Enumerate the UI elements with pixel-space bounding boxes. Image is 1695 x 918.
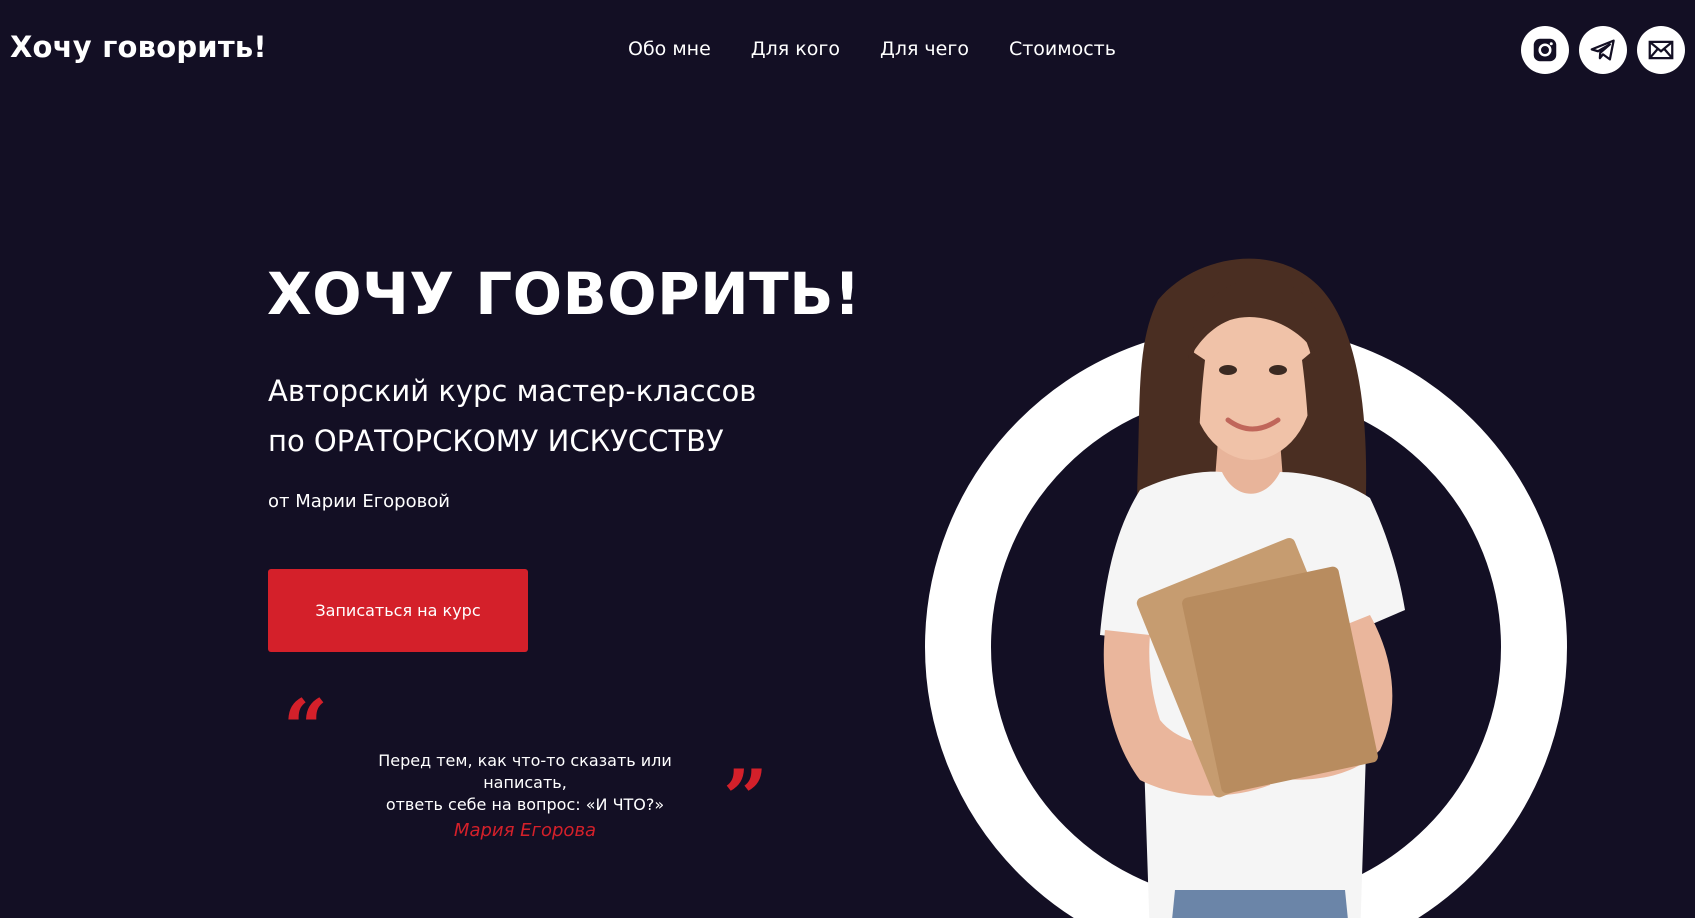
hero-subtitle-line2: по ОРАТОРСКОМУ ИСКУССТВУ — [268, 424, 724, 458]
quote-text: Перед тем, как что-то сказать или написа… — [340, 750, 710, 816]
instagram-button[interactable] — [1521, 26, 1569, 74]
hero-subtitle: Авторский курс мастер-классов по ОРАТОРС… — [268, 366, 756, 466]
jeans — [1172, 890, 1348, 918]
quote-open-mark: “ — [283, 683, 328, 774]
mail-icon — [1648, 40, 1674, 60]
quote-line2: ответь себе на вопрос: «И ЧТО?» — [385, 795, 665, 814]
telegram-button[interactable] — [1579, 26, 1627, 74]
quote-close-mark: ” — [723, 753, 768, 844]
main-nav: Обо мне Для кого Для чего Стоимость — [628, 38, 1116, 60]
hero-author: от Марии Егоровой — [268, 491, 450, 512]
enroll-button[interactable]: Записаться на курс — [268, 569, 528, 652]
telegram-icon — [1590, 39, 1615, 61]
nav-item-about[interactable]: Обо мне — [628, 38, 711, 60]
hero-photo — [925, 258, 1567, 918]
nav-item-for-what[interactable]: Для чего — [880, 38, 969, 60]
nav-item-for-whom[interactable]: Для кого — [751, 38, 840, 60]
hero-title: ХОЧУ ГОВОРИТЬ! — [267, 260, 861, 328]
hero-subtitle-line1: Авторский курс мастер-классов — [268, 374, 757, 408]
quote-line1: Перед тем, как что-то сказать или написа… — [378, 751, 672, 792]
social-links — [1521, 26, 1685, 74]
quote-author: Мария Егорова — [453, 820, 597, 841]
landing-page: Хочу говорить! Обо мне Для кого Для чего… — [0, 0, 1695, 918]
mail-button[interactable] — [1637, 26, 1685, 74]
nav-item-price[interactable]: Стоимость — [1009, 38, 1116, 60]
site-logo[interactable]: Хочу говорить! — [10, 30, 267, 64]
instagram-icon — [1533, 38, 1557, 62]
